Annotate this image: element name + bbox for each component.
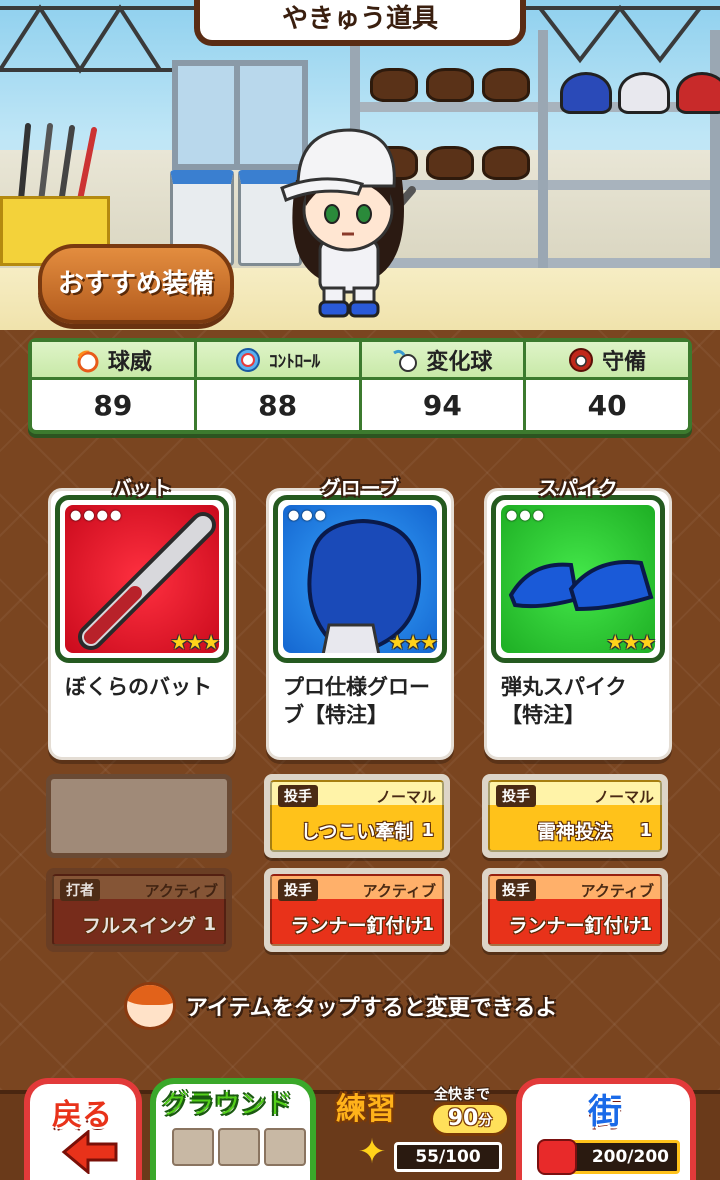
skill-name: フルスイング: [81, 914, 196, 937]
stat-value: 94: [422, 388, 462, 422]
stat-value: 89: [93, 388, 133, 422]
player-character[interactable]: [262, 110, 432, 320]
skill-level: 1: [639, 819, 652, 841]
rank-dots: ●●●●: [70, 508, 124, 523]
item-name: 弾丸スパイク【特注】: [501, 675, 627, 727]
recommended-equipment-button[interactable]: おすすめ装備: [38, 244, 234, 324]
ground-slot: [172, 1128, 214, 1166]
town-label: 街: [588, 1092, 622, 1132]
curve-ball-icon: [393, 349, 418, 372]
hint-message: アイテムをタップすると変更できるよ: [124, 982, 557, 1030]
practice-label: 練習: [336, 1092, 396, 1127]
slot-category-label: グローブ: [320, 476, 400, 500]
skill-level: 1: [639, 913, 652, 935]
back-button[interactable]: 戻る: [24, 1078, 142, 1180]
rarity-stars: ★★★: [170, 630, 220, 654]
rarity-stars: ★★★: [606, 630, 656, 654]
empty-skill-slot: [46, 774, 232, 858]
left-arrow-icon: [61, 1130, 118, 1174]
equipment-slot-bat[interactable]: バット ●●●● ★★★ ぼくらのバット: [48, 476, 236, 760]
ground-button[interactable]: グラウンド: [150, 1078, 316, 1180]
skill-level: 1: [203, 913, 216, 935]
equipment-slot-spike[interactable]: スパイク ●●● ★★★ 弾丸スパイク【特注】: [484, 476, 672, 760]
target-ball-icon: [236, 347, 261, 372]
running-man-icon: ✦: [357, 1132, 387, 1172]
rank-dots: ●●●: [288, 508, 329, 523]
rarity-stars: ★★★: [388, 630, 438, 654]
skill-name: ランナー釘付け: [508, 914, 642, 937]
skill-plate[interactable]: 投手 ノーマル しつこい牽制 1: [264, 774, 450, 858]
item-card[interactable]: ●●● ★★★ プロ仕様グローブ【特注】: [266, 488, 454, 760]
skill-plate[interactable]: 投手 アクティブ ランナー釘付け 1: [264, 868, 450, 952]
back-label: 戻る: [52, 1098, 112, 1133]
guide-character-icon: [124, 982, 176, 1030]
skill-type: ノーマル: [375, 787, 436, 806]
skill-name: 雷神投法: [536, 820, 613, 843]
slot-category-label: バット: [112, 476, 172, 500]
item-icon-frame: ●●● ★★★: [491, 495, 665, 663]
fireball-icon: [77, 350, 99, 372]
stat-label: ｺﾝﾄﾛｰﾙ: [269, 352, 321, 372]
ground-slot: [218, 1128, 260, 1166]
skill-role: 打者: [60, 879, 100, 901]
skill-type: アクティブ: [144, 881, 218, 900]
energy-gauge: 200/200: [537, 1139, 680, 1175]
stamina-gauge: 55/100: [394, 1142, 502, 1172]
skill-plate-inactive[interactable]: 打者 アクティブ フルスイング 1: [46, 868, 232, 952]
town-button[interactable]: 街 200/200: [516, 1078, 696, 1180]
skill-type: アクティブ: [362, 881, 436, 900]
stat-label: 変化球: [426, 349, 493, 375]
stat-control: ｺﾝﾄﾛｰﾙ 88: [196, 342, 362, 430]
item-name: プロ仕様グローブ【特注】: [283, 675, 430, 727]
recovery-time: 90分: [430, 1102, 510, 1136]
ground-slot: [264, 1128, 306, 1166]
slot-category-label: スパイク: [538, 476, 618, 500]
heart-icon: [537, 1139, 577, 1175]
item-card[interactable]: ●●● ★★★ 弾丸スパイク【特注】: [484, 488, 672, 760]
stats-panel: 球威 89 ｺﾝﾄﾛｰﾙ 88 変化球 94 守備 40: [28, 338, 692, 434]
energy-value: 200/200: [591, 1147, 669, 1167]
skill-name: ランナー釘付け: [290, 914, 424, 937]
skill-plate[interactable]: 投手 ノーマル 雷神投法 1: [482, 774, 668, 858]
item-icon-frame: ●●●● ★★★: [55, 495, 229, 663]
stat-value: 40: [587, 388, 627, 422]
skill-level: 1: [421, 913, 434, 935]
ground-label: グラウンド: [162, 1090, 293, 1120]
stat-label: 球威: [107, 349, 152, 375]
stat-breaking-ball: 変化球 94: [361, 342, 527, 430]
stat-velocity: 球威 89: [32, 342, 197, 430]
page-title: やきゅう道具: [194, 0, 526, 46]
item-icon-frame: ●●● ★★★: [273, 495, 447, 663]
glove-icon: [569, 347, 594, 372]
skill-type: ノーマル: [593, 787, 654, 806]
item-card[interactable]: ●●●● ★★★ ぼくらのバット: [48, 488, 236, 760]
rank-dots: ●●●: [506, 508, 547, 523]
stat-defense: 守備 40: [526, 342, 688, 430]
practice-button[interactable]: 練習 全快まで 90分 ✦ 55/100: [330, 1078, 510, 1180]
ground-item-slots: [172, 1128, 306, 1166]
hint-text: アイテムをタップすると変更できるよ: [186, 996, 558, 1021]
skill-type: アクティブ: [580, 881, 654, 900]
item-name: ぼくらのバット: [65, 675, 212, 699]
skill-role: 投手: [496, 785, 536, 807]
skill-name: しつこい牽制: [300, 820, 414, 843]
equipment-slot-glove[interactable]: グローブ ●●● ★★★ プロ仕様グローブ【特注】: [266, 476, 454, 760]
skill-level: 1: [421, 819, 434, 841]
skill-role: 投手: [278, 785, 318, 807]
skill-plate[interactable]: 投手 アクティブ ランナー釘付け 1: [482, 868, 668, 952]
stat-label: 守備: [602, 349, 647, 375]
skill-role: 投手: [278, 879, 318, 901]
recovery-note: 全快まで: [434, 1087, 490, 1103]
stat-value: 88: [258, 388, 298, 422]
skill-role: 投手: [496, 879, 536, 901]
